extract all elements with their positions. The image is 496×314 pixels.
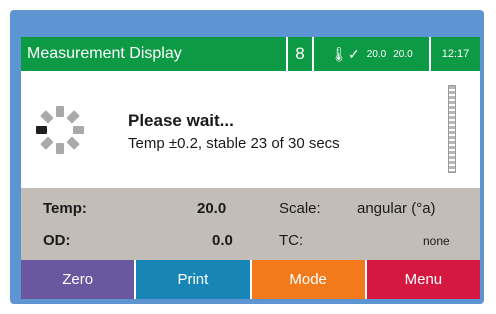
status-panel: Please wait... Temp ±0.2, stable 23 of 3…: [21, 71, 480, 188]
lock-status: 8: [286, 37, 312, 71]
clock: 12:17: [429, 37, 480, 71]
tc-label: TC:: [279, 232, 304, 249]
menu-button[interactable]: Menu: [366, 260, 480, 299]
lock-icon: 8: [295, 44, 305, 63]
temp-setpoint: 20.0: [366, 48, 387, 60]
stability-progress-bar: [448, 85, 456, 173]
softkey-bar: Zero Print Mode Menu: [21, 260, 480, 299]
temp-current: 20.0: [393, 48, 413, 60]
zero-button[interactable]: Zero: [21, 260, 137, 299]
temp-label: Temp:: [43, 200, 87, 217]
print-button[interactable]: Print: [136, 260, 252, 299]
scale-value: angular (°a): [357, 200, 436, 217]
status-detail: Temp ±0.2, stable 23 of 30 secs: [128, 135, 340, 152]
screen-title: Measurement Display: [27, 45, 182, 62]
busy-spinner-icon: [36, 106, 84, 154]
mode-button[interactable]: Mode: [251, 260, 367, 299]
temperature-status: 🌡︎✓ 20.0 20.0: [312, 37, 429, 71]
status-message: Please wait...: [128, 111, 234, 130]
scale-label: Scale:: [279, 200, 321, 217]
tc-value: none: [423, 234, 450, 248]
instrument-screen: Measurement Display 8 🌡︎✓ 20.0 20.0 12:1…: [21, 37, 480, 299]
readings-panel: Temp: 20.0 Scale: angular (°a) OD: 0.0 T…: [21, 188, 480, 260]
clock-time: 12:17: [441, 48, 470, 60]
od-value: 0.0: [212, 232, 233, 249]
temp-value: 20.0: [197, 200, 227, 217]
title-bar: Measurement Display 8 🌡︎✓ 20.0 20.0 12:1…: [21, 37, 480, 71]
thermometer-check-icon: 🌡︎✓: [330, 45, 360, 62]
od-label: OD:: [43, 232, 71, 249]
